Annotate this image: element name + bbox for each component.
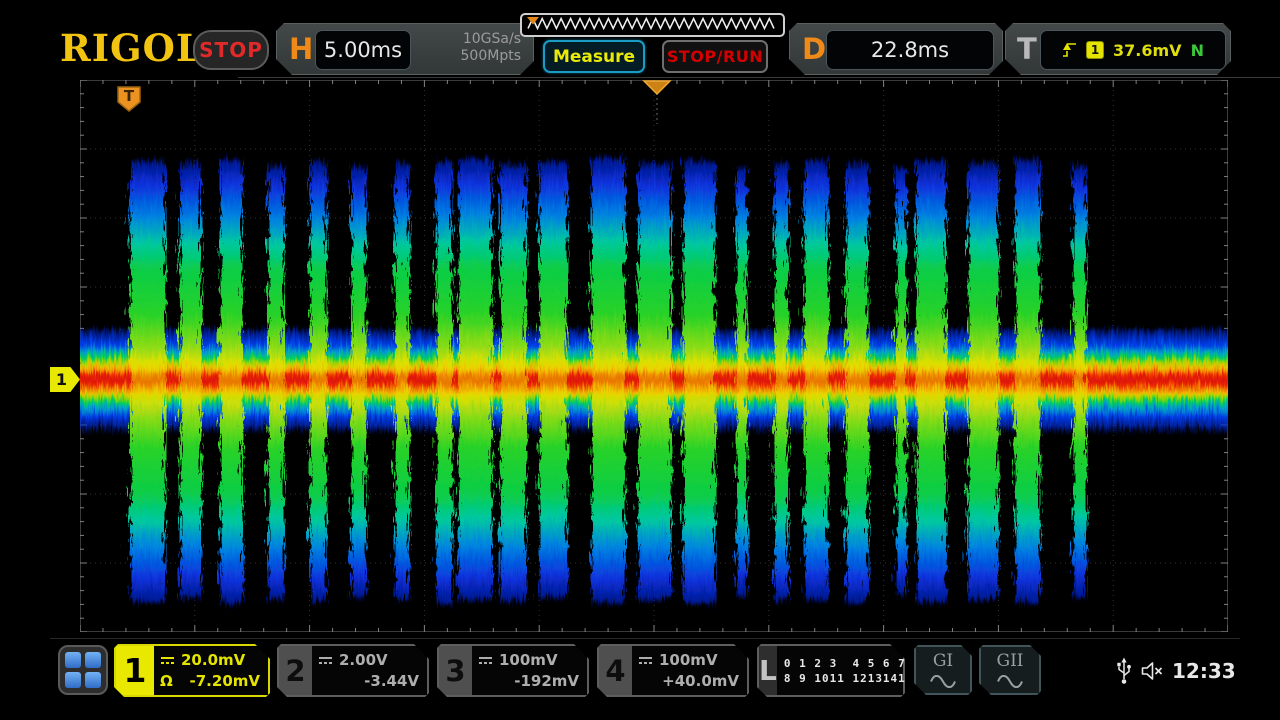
channel-1-scale: 20.0mV [181,650,245,670]
channel-1-offset: -7.20mV [190,671,260,691]
memory-depth: 500Mpts [461,48,521,65]
channel-4-scale: 100mV [659,650,718,670]
trigger-value-box: 1 37.6mV N [1040,30,1226,70]
menu-square [65,672,81,688]
dc-coupling-icon [478,655,494,666]
bottombar-divider [50,638,1240,639]
delay-panel[interactable]: D 22.8ms [789,23,1003,75]
sine-wave-icon [930,675,956,688]
horizontal-label: H [289,32,313,66]
trigger-position-marker [644,81,670,94]
channel-2-number: 2 [279,646,312,695]
horizontal-panel[interactable]: H 5.00ms 10GSa/s 500Mpts [276,23,534,75]
channel-2-box[interactable]: 2 2.00V -3.44V [277,644,429,697]
channel-4-number: 4 [599,646,632,695]
digital-channels-row2: 8 9 1011 12131415 [784,672,914,685]
memory-zigzag [528,19,774,29]
memory-position-strip[interactable] [520,13,785,37]
menu-button[interactable] [58,645,108,695]
generator-2-label: GII [981,651,1039,671]
sine-wave-icon [997,675,1023,688]
channel-3-scale: 100mV [499,650,558,670]
menu-square [65,652,81,668]
delay-value: 22.8ms [826,30,994,70]
trigger-level-value: 37.6mV [1113,41,1182,60]
window-marker-icon [527,17,539,25]
channel-4-offset: +40.0mV [662,671,739,691]
logic-analyzer-box[interactable]: L 0 1 2 3 4 5 6 7 8 9 1011 12131415 [757,644,905,697]
trigger-level-marker: T [118,87,140,111]
digital-channels-row1: 0 1 2 3 4 5 6 7 [784,657,914,670]
generator-1-button[interactable]: GI [914,645,972,695]
oscilloscope-screen: RIGOL STOP H 5.00ms 10GSa/s 500Mpts Meas… [0,0,1280,720]
intensity-graded-waveform [80,152,1228,604]
generator-2-button[interactable]: GII [979,645,1041,695]
delay-label: D [802,32,826,66]
memory-waveform-icon [522,15,781,34]
dc-coupling-icon [638,655,654,666]
menu-square [85,672,101,688]
channel-4-box[interactable]: 4 100mV +40.0mV [597,644,749,697]
channel-1-box[interactable]: 1 20.0mV Ω -7.20mV [114,644,270,697]
timebase-value: 5.00ms [315,30,411,70]
channel-1-number: 1 [116,646,154,695]
trigger-label: T [1017,32,1037,66]
channel-3-box[interactable]: 3 100mV -192mV [437,644,589,697]
menu-grid-icon [65,652,101,688]
channel-2-scale: 2.00V [339,650,388,670]
acquisition-info: 10GSa/s 500Mpts [461,31,521,65]
trigger-panel[interactable]: T 1 37.6mV N [1005,23,1231,75]
rising-edge-icon [1062,42,1077,58]
logic-analyzer-label: L [759,646,777,695]
measure-button[interactable]: Measure [543,40,645,73]
usb-icon [1116,657,1132,685]
waveform-svg: T [80,80,1228,632]
dc-coupling-icon [318,655,334,666]
dc-coupling-icon [160,655,176,666]
topbar-divider [238,77,1280,78]
generator-1-label: GI [916,651,970,671]
channel-1-position-marker[interactable]: 1 [50,367,80,392]
run-state-badge: STOP [193,30,269,70]
channel-2-offset: -3.44V [364,671,419,691]
channel-3-number: 3 [439,646,472,695]
channel-3-offset: -192mV [514,671,579,691]
trigger-source-badge: 1 [1086,41,1104,59]
stop-run-button[interactable]: STOP/RUN [662,40,768,73]
rigol-logo: RIGOL [60,26,203,70]
speaker-muted-icon [1141,661,1164,681]
sample-rate: 10GSa/s [461,31,521,48]
trigger-coupling-flag: N [1191,41,1204,60]
channel-1-impedance: Ω [160,671,173,691]
svg-text:T: T [124,87,135,105]
menu-square [85,652,101,668]
clock: 12:33 [1172,659,1236,683]
waveform-display: T [80,80,1228,632]
